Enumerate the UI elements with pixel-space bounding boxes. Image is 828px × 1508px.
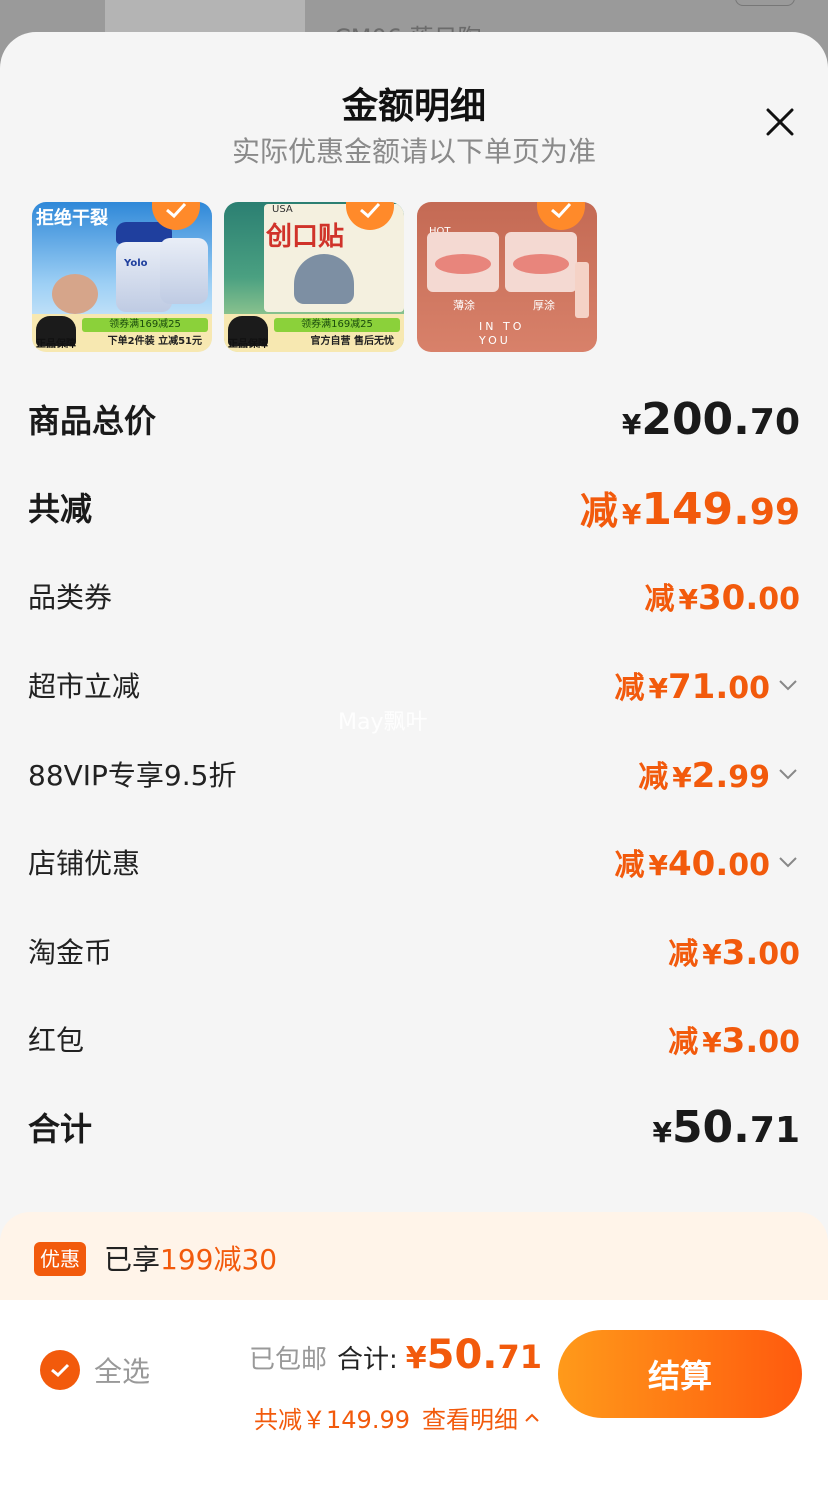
swatch-label-right: 厚涂 [533, 299, 555, 312]
category-coupon-row: 品类券 减 ¥30. 00 [28, 566, 800, 626]
user-watermark: May飘叶 [338, 710, 428, 735]
chevron-down-icon[interactable] [776, 762, 800, 786]
jar [160, 238, 208, 304]
product-thumbnails: 拒绝干裂 Yolo 领券满169减25 下单2件装 立减51元 正品保障 USA… [32, 202, 812, 352]
red-packet-amount: 减 ¥3. 00 [668, 1021, 800, 1061]
total-discount-amount: 减 ¥149. 99 [579, 483, 800, 535]
category-coupon-amount: 减 ¥30. 00 [644, 578, 800, 618]
authentic-badge: 正品保障 [228, 339, 268, 350]
footer-total: 已包邮 合计: ¥50. 71 [249, 1332, 542, 1378]
coupon-strip: 领券满169减25 [274, 318, 400, 332]
chevron-up-icon [525, 1413, 539, 1422]
grand-total-label: 合计 [28, 1110, 93, 1148]
footer-saving: 共减￥149.99 [254, 1406, 410, 1434]
chevron-down-icon[interactable] [776, 673, 800, 697]
site-logo-icon [680, 1430, 820, 1472]
product-brand: IN TO YOU [479, 320, 525, 347]
sheet-subtitle: 实际优惠金额请以下单页为准 [231, 135, 596, 168]
footer-total-dec: 71 [497, 1338, 542, 1376]
authentic-badge: 正品保障 [36, 339, 76, 350]
vip-discount-row[interactable]: 88VIP专享9.5折 减 ¥2. 99 [28, 744, 800, 804]
lip-tube [575, 262, 589, 318]
category-coupon-label: 品类券 [28, 581, 113, 614]
checkbox-checked-icon[interactable] [40, 1350, 80, 1390]
heel-image [52, 274, 98, 314]
footer-total-label: 合计: [336, 1345, 398, 1375]
product-headline: 拒绝干裂 [36, 208, 108, 229]
footer-total-int: 50. [426, 1332, 498, 1378]
select-all-toggle[interactable]: 全选 [40, 1350, 150, 1390]
sheet-title: 金额明细 [341, 86, 486, 127]
view-detail-link[interactable]: 共减￥149.99 查看明细 [254, 1400, 542, 1435]
grand-total-amount: ¥50. 71 [652, 1101, 800, 1153]
coupon-strip: 领券满169减25 [82, 318, 208, 332]
chevron-down-icon[interactable] [776, 850, 800, 874]
total-discount-row: 共减 减 ¥149. 99 [28, 477, 800, 537]
store-discount-amount: 减 ¥40. 00 [614, 844, 770, 884]
red-packet-label: 红包 [28, 1024, 85, 1057]
product-headline: 创口贴 [266, 222, 345, 252]
checkmark-icon [537, 202, 585, 230]
checkout-bar: 全选 已包邮 合计: ¥50. 71 共减￥149.99 查看明细 结算 [0, 1300, 828, 1508]
vip-discount-label: 88VIP专享9.5折 [28, 759, 237, 792]
supermarket-discount-amount: 减 ¥71. 00 [614, 667, 770, 707]
goods-total-row: 商品总价 ¥200. 70 [28, 389, 800, 449]
promo-tag: 优惠 [34, 1242, 86, 1276]
detail-link-label: 查看明细 [422, 1406, 518, 1434]
product-thumb-bandage[interactable]: USA 创口贴 领券满169减25 官方自营 售后无忧 正品保障 [224, 202, 404, 352]
free-shipping-label: 已包邮 [248, 1345, 327, 1375]
footer-currency: ¥ [405, 1341, 427, 1376]
close-icon[interactable] [760, 102, 800, 142]
supermarket-discount-label: 超市立减 [28, 670, 141, 703]
site-watermark-url: zhizhizhi.com [678, 1478, 828, 1502]
goods-total-amount: ¥200. 70 [621, 393, 800, 445]
taojin-coins-label: 淘金币 [28, 936, 113, 969]
promo-text: 已享199减30 [104, 1243, 278, 1276]
goods-total-label: 商品总价 [28, 402, 157, 440]
checkout-button[interactable]: 结算 [558, 1330, 802, 1418]
select-all-label: 全选 [94, 1355, 151, 1388]
product-thumb-heel-cream[interactable]: 拒绝干裂 Yolo 领券满169减25 下单2件装 立减51元 正品保障 [32, 202, 212, 352]
grand-total-row: 合计 ¥50. 71 [28, 1097, 800, 1157]
product-brand: Yolo [124, 258, 148, 269]
store-discount-row[interactable]: 店铺优惠 减 ¥40. 00 [28, 832, 800, 892]
vip-discount-amount: 减 ¥2. 99 [638, 756, 770, 796]
lip-swatch-right [505, 232, 577, 292]
swatch-label-left: 薄涂 [453, 299, 475, 312]
product-tag: USA [272, 204, 293, 215]
taojin-coins-row: 淘金币 减 ¥3. 00 [28, 921, 800, 981]
total-discount-label: 共减 [28, 490, 93, 528]
product-thumb-lip-tint[interactable]: HOT 薄涂 厚涂 IN TO YOU [417, 202, 597, 352]
lip-swatch-left [427, 232, 499, 292]
background-pill [735, 0, 795, 6]
store-discount-label: 店铺优惠 [28, 847, 141, 880]
amount-detail-sheet: 金额明细 实际优惠金额请以下单页为准 拒绝干裂 Yolo 领券满169减25 下… [0, 32, 828, 1508]
taojin-coins-amount: 减 ¥3. 00 [668, 933, 800, 973]
red-packet-row: 红包 减 ¥3. 00 [28, 1009, 800, 1069]
